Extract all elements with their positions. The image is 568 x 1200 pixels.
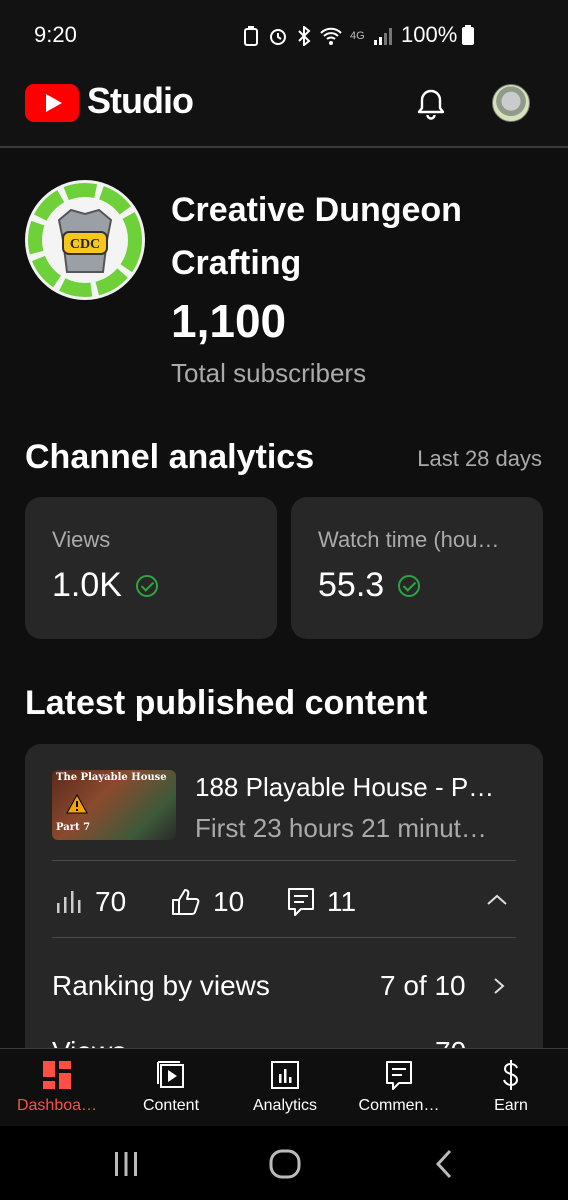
ranking-label: Ranking by views: [52, 970, 270, 1001]
youtube-logo-icon[interactable]: [25, 84, 79, 122]
metric-value-row: 55.3: [318, 566, 421, 605]
views-stat: 70: [55, 886, 126, 918]
home-icon[interactable]: [268, 1148, 302, 1180]
video-title[interactable]: 188 Playable House - P…: [195, 772, 515, 803]
likes-count: 10: [213, 886, 245, 917]
signal-icon: [373, 28, 392, 45]
divider: [52, 937, 516, 938]
thumbs-up-icon: [172, 889, 200, 915]
bottom-nav: Dashboa… Content Analytics Commen… Earn: [0, 1048, 568, 1126]
nav-label: Earn: [494, 1097, 528, 1114]
channel-logo-icon: CDC: [27, 182, 143, 298]
metric-value: 55.3: [318, 566, 385, 604]
nav-dashboard[interactable]: Dashboa…: [0, 1049, 114, 1127]
status-icons: 4G: [242, 22, 393, 50]
alarm-icon: [270, 29, 286, 45]
account-avatar[interactable]: [492, 84, 530, 122]
bluetooth-icon: [298, 26, 311, 46]
dollar-icon: [503, 1060, 519, 1090]
views-metric-card[interactable]: Views 1.0K: [25, 497, 277, 639]
likes-stat: 10: [171, 886, 244, 918]
wifi-icon: [320, 27, 342, 45]
analytics-icon: [271, 1061, 299, 1089]
metric-label: Views: [52, 527, 111, 552]
app-bar: Studio: [0, 66, 568, 148]
nav-label: Analytics: [252, 1097, 318, 1114]
analytics-section-title: Channel analytics: [25, 438, 315, 476]
channel-avatar: CDC: [25, 180, 145, 300]
comments-icon: [386, 1061, 412, 1090]
latest-content-title: Latest published content: [25, 684, 428, 722]
status-bar: 9:20 4G 100%: [0, 0, 568, 66]
latest-content-card: The Playable House Part 7 188 Playable H…: [25, 744, 543, 1084]
chevron-right-icon[interactable]: [489, 974, 509, 998]
app-title: Studio: [87, 80, 194, 121]
video-subtitle: First 23 hours 21 minut…: [195, 813, 487, 843]
status-time: 9:20: [34, 22, 77, 47]
metric-label: Watch time (hou…: [318, 527, 500, 552]
nav-label: Dashboa…: [16, 1097, 98, 1114]
comment-icon: [288, 888, 314, 916]
comments-stat: 11: [287, 886, 356, 918]
views-count: 70: [95, 886, 127, 917]
metric-value-row: 1.0K: [52, 566, 158, 605]
thumbnail-text-top: The Playable House: [56, 772, 167, 783]
warning-icon: [66, 794, 88, 814]
metric-value: 1.0K: [52, 566, 122, 604]
dashboard-icon: [43, 1061, 71, 1089]
video-thumbnail[interactable]: The Playable House Part 7: [52, 770, 176, 840]
check-circle-icon: [135, 574, 158, 597]
back-icon[interactable]: [432, 1148, 456, 1180]
ranking-value[interactable]: 7 of 10: [380, 970, 466, 1002]
nav-comments[interactable]: Commen…: [342, 1049, 456, 1127]
subscriber-label: Total subscribers: [171, 358, 367, 388]
recent-apps-icon[interactable]: [112, 1150, 140, 1178]
battery-saver-icon: [244, 26, 258, 46]
notifications-bell-icon[interactable]: [413, 86, 449, 122]
watch-time-metric-card[interactable]: Watch time (hou… 55.3: [291, 497, 543, 639]
nav-label: Content: [142, 1097, 200, 1114]
chevron-up-icon[interactable]: [485, 888, 509, 912]
nav-analytics[interactable]: Analytics: [228, 1049, 342, 1127]
battery-icon: [462, 25, 474, 45]
check-circle-icon: [398, 574, 421, 597]
channel-logo-text: CDC: [70, 237, 100, 252]
comments-count: 11: [327, 886, 357, 917]
bar-chart-icon: [57, 891, 81, 913]
nav-content[interactable]: Content: [114, 1049, 228, 1127]
nav-label: Commen…: [358, 1097, 440, 1114]
content-play-icon: [157, 1061, 184, 1088]
channel-name: Creative Dungeon Crafting: [171, 191, 462, 282]
subscriber-count: 1,100: [171, 295, 287, 347]
system-nav-bar: [0, 1126, 568, 1200]
thumbnail-text-bottom: Part 7: [56, 822, 91, 833]
analytics-period[interactable]: Last 28 days: [417, 446, 542, 472]
network-type: 4G: [350, 30, 365, 42]
nav-earn[interactable]: Earn: [454, 1049, 568, 1127]
divider: [52, 860, 516, 861]
battery-percent: 100%: [401, 22, 458, 47]
